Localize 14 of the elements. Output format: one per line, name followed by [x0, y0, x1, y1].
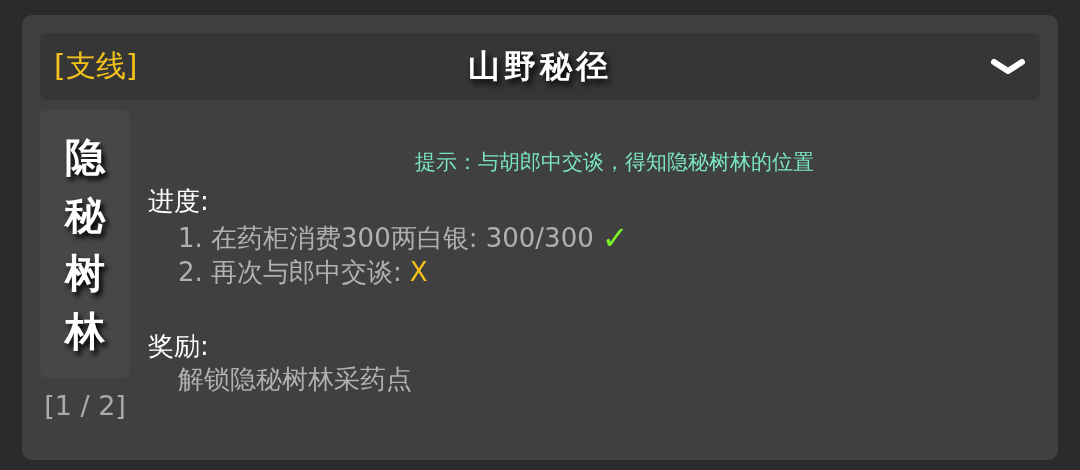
quest-type-label: [支线]: [54, 47, 138, 85]
objective-text: 2. 再次与郎中交谈:: [178, 257, 402, 289]
reward-label: 奖励:: [148, 329, 209, 363]
quest-header[interactable]: [支线] 山野秘径: [40, 33, 1040, 100]
quest-name: 隐秘树林: [65, 132, 105, 356]
reward-text: 解锁隐秘树林采药点: [178, 363, 412, 395]
chevron-icon[interactable]: [990, 56, 1026, 77]
page-indicator: [1 / 2]: [44, 390, 126, 421]
progress-label: 进度:: [148, 185, 209, 218]
hint-text: 提示：与胡郎中交谈，得知隐秘树林的位置: [414, 149, 814, 176]
pending-mark: X: [409, 257, 428, 289]
done-mark: ✓: [601, 219, 629, 258]
objective-text: 1. 在药柜消费300两白银: 300/300: [178, 222, 594, 254]
quest-title: 山野秘径: [468, 45, 612, 87]
